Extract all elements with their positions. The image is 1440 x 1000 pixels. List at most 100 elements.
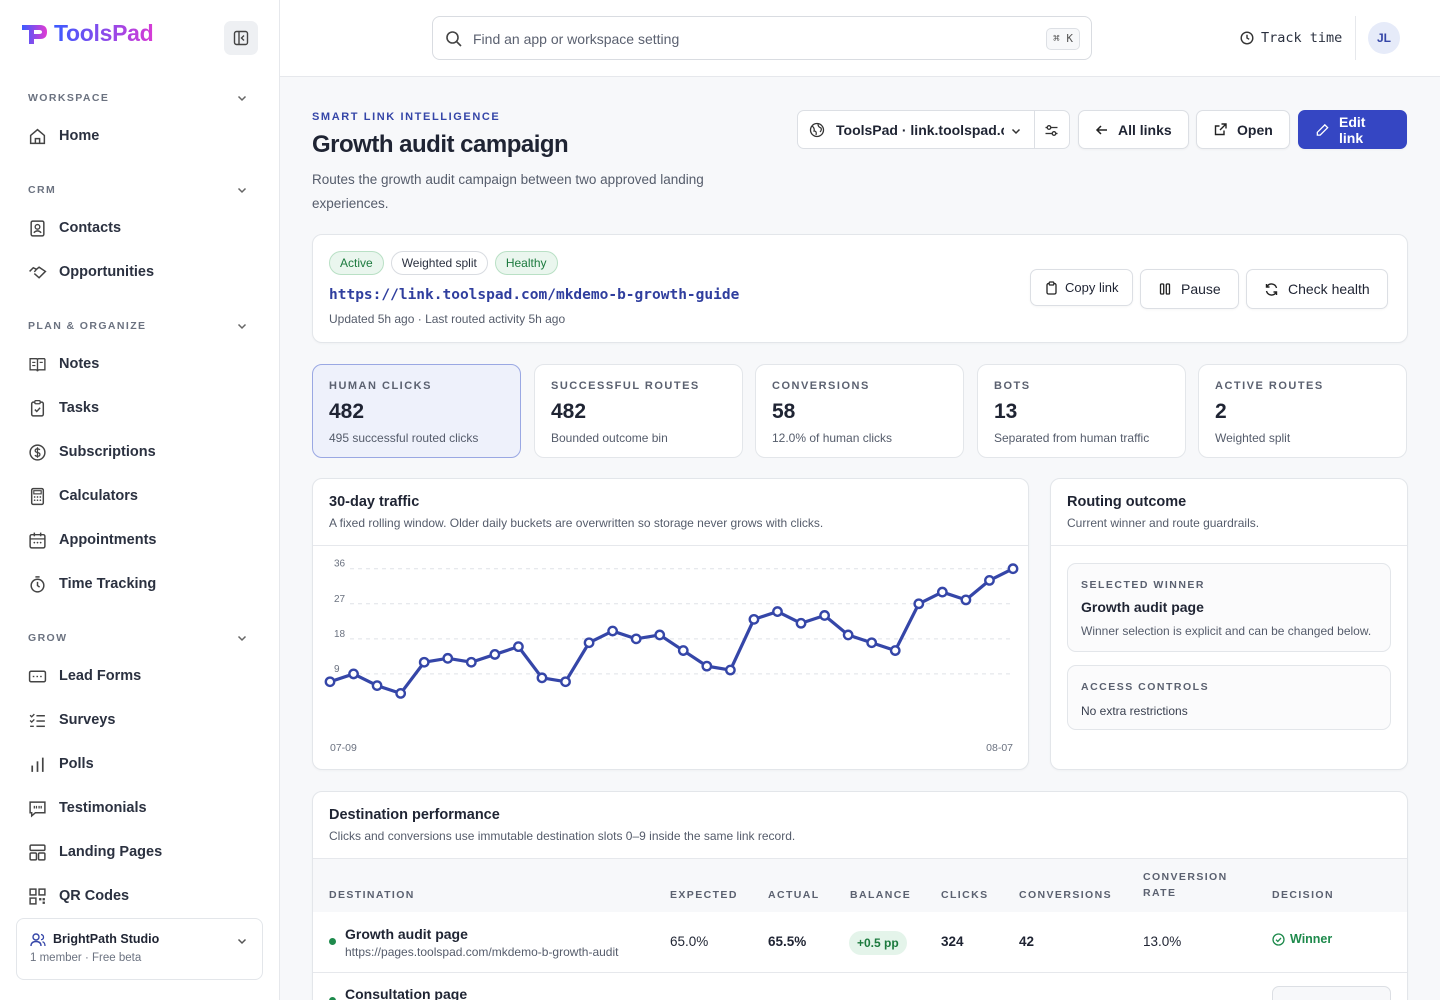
data-point <box>371 680 383 692</box>
search-input[interactable]: Find an app or workspace setting <box>473 31 679 47</box>
stat-label: BOTS <box>994 380 1031 392</box>
destination-url[interactable]: https://pages.toolspad.com/mkdemo-b-grow… <box>345 945 618 959</box>
sidebar-item-appointments[interactable]: Appointments <box>28 528 156 552</box>
sidebar-item-calculators[interactable]: Calculators <box>28 484 138 508</box>
data-point <box>913 598 925 610</box>
data-point <box>465 656 477 668</box>
selected-winner-panel: SELECTED WINNER Growth audit page Winner… <box>1067 563 1391 652</box>
calculator-icon <box>30 487 45 505</box>
sidebar-section-header[interactable]: GROW <box>28 632 248 644</box>
stat-subtext: Separated from human traffic <box>994 431 1150 445</box>
bar-chart-icon <box>31 757 44 772</box>
sidebar-item-label: Contacts <box>59 220 122 236</box>
access-value: No extra restrictions <box>1081 704 1188 718</box>
survey-list-icon <box>29 713 45 727</box>
table-row[interactable] <box>313 973 1407 1000</box>
conversion-rate: 13.0% <box>1143 934 1182 949</box>
sidebar-section-header[interactable]: CRM <box>28 184 248 196</box>
access-controls-panel: ACCESS CONTROLS No extra restrictions <box>1067 665 1391 730</box>
winner-name: Growth audit page <box>1081 599 1204 615</box>
select-winner-button[interactable] <box>1272 986 1391 1000</box>
search-box[interactable]: Find an app or workspace setting ⌘ K <box>432 16 1092 60</box>
y-tick-label: 27 <box>334 594 346 605</box>
chevron-down-icon <box>237 635 247 642</box>
workspace-switcher[interactable]: BrightPath Studio 1 member · Free beta <box>16 918 263 980</box>
open-button[interactable]: Open <box>1196 110 1290 149</box>
stat-card[interactable]: ACTIVE ROUTES 2 Weighted split <box>1198 364 1407 458</box>
data-point <box>607 625 619 637</box>
sidebar-item-qr-codes[interactable]: QR Codes <box>28 884 129 908</box>
stat-card[interactable]: HUMAN CLICKS 482 495 successful routed cli… <box>312 364 521 458</box>
destination-name: Consultation page <box>345 986 468 1000</box>
workspace-meta: 1 member · Free beta <box>30 952 142 964</box>
brand-logo[interactable]: ToolsPad <box>20 20 154 47</box>
routing-title: Routing outcome <box>1067 494 1187 510</box>
domain-select[interactable]: ToolsPad · link.toolspad.c <box>797 110 1070 149</box>
sidebar-item-contacts[interactable]: Contacts <box>28 216 121 240</box>
sidebar-item-home[interactable]: Home <box>28 124 99 148</box>
status-badge: Weighted split <box>390 251 488 275</box>
check-health-button[interactable]: Check health <box>1246 269 1388 309</box>
data-point <box>395 688 407 699</box>
sidebar-item-time-tracking[interactable]: Time Tracking <box>28 572 156 596</box>
sidebar-section-header[interactable]: PLAN & ORGANIZE <box>28 320 248 332</box>
data-point <box>348 668 359 680</box>
sidebar-item-testimonials[interactable]: Testimonials <box>28 796 147 820</box>
sidebar-item-notes[interactable]: Notes <box>28 352 99 376</box>
edit-link-label: Edit link <box>1338 113 1366 146</box>
sidebar-item-landing-pages[interactable]: Landing Pages <box>28 840 162 864</box>
sidebar-item-opportunities[interactable]: Opportunities <box>28 260 154 284</box>
chart-subtitle: A fixed rolling window. Older daily buck… <box>329 516 824 530</box>
filter-settings-icon[interactable] <box>1044 123 1059 138</box>
edit-link-button[interactable]: Edit link <box>1298 110 1407 149</box>
clock-icon <box>1240 31 1254 45</box>
sidebar-item-label: Surveys <box>59 712 116 728</box>
dollar-circle-icon <box>29 443 46 461</box>
actual-share: 65.5% <box>768 934 807 949</box>
x-axis-end-label: 08-07 <box>986 742 1013 754</box>
sidebar-item-tasks[interactable]: Tasks <box>28 396 99 420</box>
section-title: WORKSPACE <box>28 92 110 104</box>
users-icon <box>30 933 46 947</box>
access-label: ACCESS CONTROLS <box>1081 681 1210 693</box>
sidebar-item-label: Testimonials <box>59 800 147 816</box>
all-links-label: All links <box>1118 121 1172 138</box>
stat-card[interactable]: SUCCESSFUL ROUTES 482 Bounded outcome bin <box>534 364 743 458</box>
all-links-button[interactable]: All links <box>1078 110 1189 149</box>
data-point <box>583 637 595 649</box>
sidebar-item-surveys[interactable]: Surveys <box>28 708 115 732</box>
data-point <box>866 637 878 649</box>
sidebar-item-subscriptions[interactable]: Subscriptions <box>28 440 156 464</box>
table-column-header: DESTINATION <box>329 889 415 901</box>
data-point <box>772 606 783 617</box>
stat-card[interactable]: BOTS 13 Separated from human traffic <box>977 364 1186 458</box>
data-point <box>724 664 736 676</box>
track-time-button[interactable]: Track time <box>1240 30 1342 46</box>
status-badges: Active Weighted split Healthy <box>329 251 565 275</box>
sidebar-item-polls[interactable]: Polls <box>28 752 94 776</box>
check-circle-icon <box>1272 932 1285 946</box>
pause-button[interactable]: Pause <box>1140 269 1239 309</box>
table-column-header: ACTUAL <box>768 889 820 901</box>
sidebar-item-lead-forms[interactable]: Lead Forms <box>28 664 141 688</box>
sidebar-section-header[interactable]: WORKSPACE <box>28 92 248 104</box>
user-avatar[interactable]: JL <box>1368 22 1400 54</box>
search-shortcut-badge: ⌘ K <box>1046 28 1080 50</box>
chevron-down-icon <box>237 95 247 102</box>
data-point <box>677 645 689 656</box>
table-column-header: CONVERSION RATE <box>1143 871 1228 899</box>
decision-winner: Winner <box>1272 932 1332 946</box>
sidebar-item-label: Landing Pages <box>59 844 163 860</box>
collapse-sidebar-button[interactable] <box>224 21 258 55</box>
data-point <box>936 586 948 598</box>
select-divider <box>1034 111 1035 148</box>
stat-card[interactable]: CONVERSIONS 58 12.0% of human clicks <box>755 364 964 458</box>
copy-link-button[interactable]: Copy link <box>1030 269 1134 306</box>
pencil-icon <box>1316 123 1329 136</box>
short-link-url[interactable]: https://link.toolspad.com/mkdemo-b-growt… <box>329 287 739 303</box>
search-icon <box>446 31 462 47</box>
clicks-value: 324 <box>941 934 964 949</box>
stat-subtext: 495 successful routed clicks <box>329 431 479 445</box>
data-point <box>748 613 760 625</box>
winner-note: Winner selection is explicit and can be … <box>1081 624 1372 638</box>
